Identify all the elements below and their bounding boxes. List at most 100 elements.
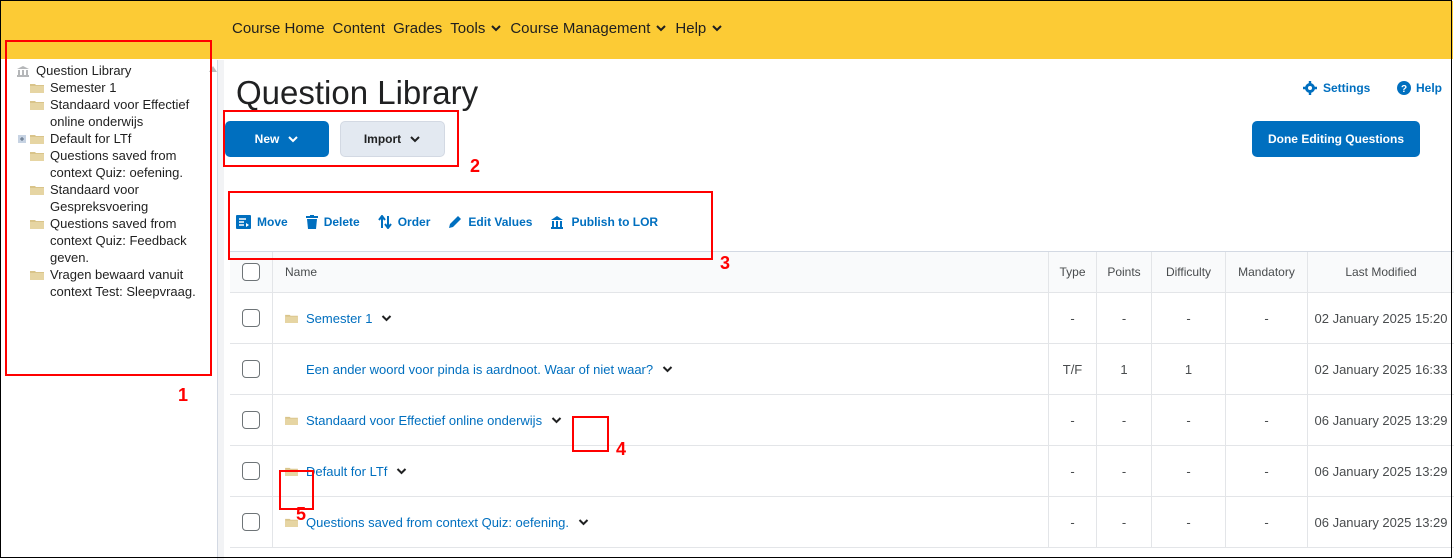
- annotation-box-3: [228, 191, 713, 260]
- nav-grades[interactable]: Grades: [393, 20, 442, 37]
- row-name: Default for LTf: [306, 463, 388, 479]
- help-link[interactable]: ? Help: [1397, 81, 1442, 95]
- chevron-down-icon: [491, 25, 502, 32]
- mandatory-cell: -: [1225, 394, 1308, 446]
- nav-content[interactable]: Content: [333, 20, 386, 37]
- help-label: Help: [1416, 81, 1443, 95]
- row-select-cell: [230, 343, 273, 395]
- modified-cell: 06 January 2025 13:29: [1307, 496, 1454, 548]
- points-cell: -: [1096, 292, 1152, 344]
- row-select-cell: [230, 394, 273, 446]
- row-name: Semester 1: [306, 310, 373, 326]
- row-select-cell: [230, 445, 273, 497]
- folder-icon: [285, 314, 298, 323]
- col-points[interactable]: Points: [1096, 251, 1152, 293]
- modified-cell: 06 January 2025 13:29: [1307, 445, 1454, 497]
- settings-label: Settings: [1323, 81, 1371, 95]
- annotation-number-2: 2: [470, 156, 481, 176]
- difficulty-cell: -: [1151, 496, 1226, 548]
- points-cell: -: [1096, 394, 1152, 446]
- type-cell: -: [1048, 292, 1097, 344]
- row-link[interactable]: Standaard voor Effectief online onderwij…: [285, 413, 1048, 428]
- nav-course-home[interactable]: Course Home: [232, 20, 325, 37]
- chevron-down-icon[interactable]: [550, 416, 563, 425]
- course-navbar: Course Home Content Grades Tools Course …: [1, 1, 1453, 59]
- modified-cell: 06 January 2025 13:29: [1307, 394, 1454, 446]
- row-link[interactable]: Default for LTf: [285, 464, 1048, 479]
- mandatory-cell: -: [1225, 445, 1308, 497]
- annotation-number-3: 3: [720, 253, 731, 273]
- annotation-number-5: 5: [296, 504, 307, 524]
- folder-icon: [285, 416, 298, 425]
- svg-text:?: ?: [1401, 84, 1407, 95]
- name-cell: Default for LTf: [272, 445, 1049, 497]
- row-select-cell: [230, 292, 273, 344]
- type-cell: -: [1048, 445, 1097, 497]
- modified-cell: 02 January 2025 16:33: [1307, 343, 1454, 395]
- chevron-down-icon: [712, 25, 722, 32]
- chevron-down-icon[interactable]: [577, 518, 590, 527]
- questions-table: Name Type Points Difficulty Mandatory La…: [230, 251, 1454, 548]
- modified-cell: 02 January 2025 15:20: [1307, 292, 1454, 344]
- mandatory-cell: -: [1225, 292, 1308, 344]
- page-title: Question Library: [236, 74, 479, 111]
- difficulty-cell: -: [1151, 394, 1226, 446]
- col-last-modified[interactable]: Last Modified: [1307, 251, 1454, 293]
- type-cell: T/F: [1048, 343, 1097, 395]
- settings-link[interactable]: Settings: [1303, 81, 1370, 95]
- mandatory-cell: [1225, 343, 1308, 395]
- name-cell: Standaard voor Effectief online onderwij…: [272, 394, 1049, 446]
- row-link[interactable]: Questions saved from context Quiz: oefen…: [285, 515, 1048, 530]
- points-cell: -: [1096, 496, 1152, 548]
- chevron-down-icon[interactable]: [380, 314, 393, 323]
- nav-tools[interactable]: Tools: [450, 20, 502, 37]
- nav-help[interactable]: Help: [675, 20, 723, 37]
- col-type[interactable]: Type: [1048, 251, 1097, 293]
- nav-label: Tools: [450, 20, 486, 37]
- annotation-box-4: [572, 416, 609, 452]
- row-checkbox[interactable]: [242, 309, 260, 327]
- row-checkbox[interactable]: [242, 513, 260, 531]
- mandatory-cell: -: [1225, 496, 1308, 548]
- points-cell: 1: [1096, 343, 1152, 395]
- row-name: Een ander woord voor pinda is aardnoot. …: [306, 361, 654, 377]
- chevron-down-icon[interactable]: [395, 467, 408, 476]
- annotation-number-1: 1: [178, 385, 189, 405]
- table-row: Standaard voor Effectief online onderwij…: [230, 394, 1454, 446]
- col-mandatory[interactable]: Mandatory: [1225, 251, 1308, 293]
- row-checkbox[interactable]: [242, 411, 260, 429]
- difficulty-cell: 1: [1151, 343, 1226, 395]
- select-all-checkbox[interactable]: [242, 263, 260, 281]
- name-cell: Questions saved from context Quiz: oefen…: [272, 496, 1049, 548]
- row-checkbox[interactable]: [242, 462, 260, 480]
- annotation-number-4: 4: [616, 439, 627, 459]
- gear-icon: [1303, 81, 1317, 95]
- table-row: Semester 1 - - - - 02 January 2025 15:20: [230, 292, 1454, 344]
- type-cell: -: [1048, 394, 1097, 446]
- points-cell: -: [1096, 445, 1152, 497]
- table-row: Default for LTf - - - - 06 January 2025 …: [230, 445, 1454, 497]
- chevron-down-icon: [656, 25, 667, 32]
- nav-course-management[interactable]: Course Management: [510, 20, 667, 37]
- row-checkbox[interactable]: [242, 360, 260, 378]
- help-icon: ?: [1397, 81, 1411, 95]
- nav-label: Content: [332, 20, 386, 37]
- name-cell: Semester 1: [272, 292, 1049, 344]
- col-difficulty[interactable]: Difficulty: [1151, 251, 1226, 293]
- nav-label: Grades: [393, 20, 443, 37]
- chevron-down-icon[interactable]: [661, 365, 674, 374]
- annotation-box-1: [5, 40, 212, 376]
- done-editing-button[interactable]: Done Editing Questions: [1252, 121, 1420, 157]
- nav-label: Course Management: [510, 20, 651, 37]
- type-cell: -: [1048, 496, 1097, 548]
- annotation-box-2: [223, 110, 459, 167]
- difficulty-cell: -: [1151, 292, 1226, 344]
- nav-label: Course Home: [232, 20, 325, 37]
- nav-label: Help: [675, 20, 707, 37]
- nav-menu: Course Home Content Grades Tools Course …: [232, 20, 723, 37]
- row-link[interactable]: Een ander woord voor pinda is aardnoot. …: [306, 362, 1048, 377]
- row-name: Standaard voor Effectief online onderwij…: [306, 412, 543, 428]
- done-label: Done Editing Questions: [1267, 132, 1404, 146]
- row-link[interactable]: Semester 1: [285, 311, 1048, 326]
- table-row: Een ander woord voor pinda is aardnoot. …: [230, 343, 1454, 395]
